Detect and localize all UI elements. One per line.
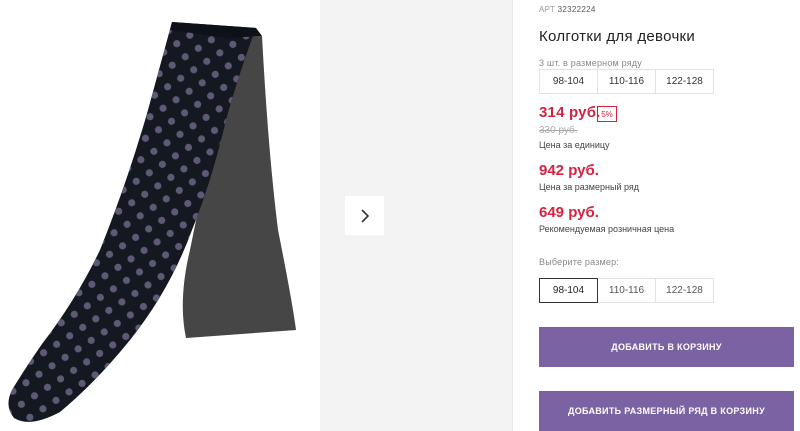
article-number: АРТ 32322224 [539,5,596,14]
add-series-to-cart-button[interactable]: ДОБАВИТЬ РАЗМЕРНЫЙ РЯД В КОРЗИНУ [539,391,794,431]
size-option-110-116[interactable]: 110-116 [597,278,656,303]
section-divider [512,0,513,431]
series-price: 942 руб. [539,162,599,179]
size-option-122-128[interactable]: 122-128 [655,278,714,303]
series-size: 110-116 [597,69,656,94]
retail-price: 649 руб. [539,204,599,221]
article-label: АРТ [539,5,556,14]
discount-badge: 5% [597,106,617,122]
add-to-cart-button[interactable]: ДОБАВИТЬ В КОРЗИНУ [539,327,794,367]
product-gallery [0,0,512,431]
size-option-98-104[interactable]: 98-104 [539,278,598,303]
current-price: 314 руб. [539,104,601,121]
series-price-label: Цена за размерный ряд [539,182,640,192]
product-title: Колготки для девочки [539,28,696,45]
series-size: 98-104 [539,69,598,94]
old-price: 330 руб. [539,125,578,136]
product-photo[interactable] [0,0,320,431]
gallery-next-button[interactable] [345,196,384,235]
retail-price-label: Рекомендуемая розничная цена [539,224,675,234]
series-label: 3 шт. в размерном ряду [539,58,642,68]
chevron-right-icon [360,208,369,223]
size-selector: 98-104 110-116 122-128 [539,278,714,303]
choose-size-label: Выберите размер: [539,257,620,267]
series-size: 122-128 [655,69,714,94]
tights-image [8,22,296,422]
series-sizes: 98-104 110-116 122-128 [539,69,714,94]
article-value: 32322224 [557,5,596,14]
unit-price-label: Цена за единицу [539,140,610,150]
product-info: АРТ 32322224 Колготки для девочки 3 шт. … [539,0,800,431]
